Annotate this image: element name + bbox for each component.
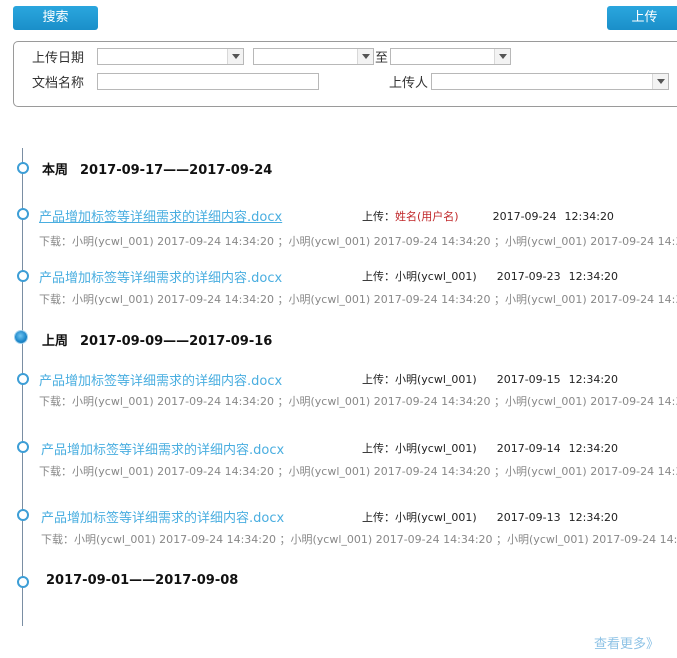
upload-time: 12:34:20 xyxy=(568,442,619,455)
week-header: 2017-09-01——2017-09-08 xyxy=(46,573,238,588)
week-label: 本周 xyxy=(42,163,69,178)
upload-date-year-select[interactable] xyxy=(97,48,244,65)
doc-link[interactable]: 产品增加标签等详细需求的详细内容.docx xyxy=(39,267,282,286)
download-records: 下载：小明(ycwl_001) 2017-09-24 14:34:20 ；小明(… xyxy=(41,533,677,546)
chevron-down-icon[interactable] xyxy=(652,74,668,89)
uploader-name: 小明(ycwl_001) xyxy=(395,511,477,524)
timeline-node xyxy=(17,509,29,521)
uploader-prefix: 上传： xyxy=(362,270,395,283)
uploader-label: 上传人 xyxy=(389,76,429,91)
upload-time: 12:34:20 xyxy=(568,270,619,283)
filter-panel: 上传日期 至 文档名称 上传人 xyxy=(13,41,677,107)
timeline-node xyxy=(17,208,29,220)
chevron-down-icon[interactable] xyxy=(494,49,510,64)
week-range: 2017-09-17——2017-09-24 xyxy=(80,163,273,178)
doc-link[interactable]: 产品增加标签等详细需求的详细内容.docx xyxy=(41,439,284,458)
upload-date: 2017-09-15 xyxy=(496,373,561,386)
doc-upload-info: 上传：小明(ycwl_001) 2017-09-14 12:34:20 xyxy=(362,440,618,456)
uploader-prefix: 上传： xyxy=(362,442,395,455)
chevron-down-icon[interactable] xyxy=(357,49,373,64)
doc-link[interactable]: 产品增加标签等详细需求的详细内容.docx xyxy=(39,206,282,225)
week-label: 上周 xyxy=(42,334,69,349)
uploader-prefix: 上传： xyxy=(362,373,395,386)
upload-date: 2017-09-24 xyxy=(492,210,557,223)
timeline-node xyxy=(17,162,29,174)
uploader-name: 小明(ycwl_001) xyxy=(395,270,477,283)
uploader-prefix: 上传： xyxy=(362,511,395,524)
doc-upload-info: 上传：小明(ycwl_001) 2017-09-23 12:34:20 xyxy=(362,268,618,284)
upload-time: 12:34:20 xyxy=(564,210,614,223)
upload-time: 12:34:20 xyxy=(568,373,619,386)
chevron-down-icon[interactable] xyxy=(227,49,243,64)
download-records: 下载：小明(ycwl_001) 2017-09-24 14:34:20 ；小明(… xyxy=(39,293,677,306)
timeline-node xyxy=(17,441,29,453)
timeline-node-active xyxy=(15,331,27,343)
uploader-name: 姓名(用户名) xyxy=(395,210,459,223)
doc-name-input[interactable] xyxy=(97,73,319,90)
doc-name-label: 文档名称 xyxy=(32,76,85,91)
doc-link[interactable]: 产品增加标签等详细需求的详细内容.docx xyxy=(41,507,284,526)
download-records: 下载：小明(ycwl_001) 2017-09-24 14:34:20 ；小明(… xyxy=(39,235,677,248)
upload-button[interactable]: 上传 xyxy=(607,6,677,30)
uploader-prefix: 上传： xyxy=(362,210,395,223)
upload-date-label: 上传日期 xyxy=(32,51,85,66)
timeline-node xyxy=(17,576,29,588)
uploader-name: 小明(ycwl_001) xyxy=(395,442,477,455)
to-label: 至 xyxy=(375,51,389,66)
upload-date: 2017-09-23 xyxy=(496,270,561,283)
uploader-name: 小明(ycwl_001) xyxy=(395,373,477,386)
download-records: 下载：小明(ycwl_001) 2017-09-24 14:34:20 ；小明(… xyxy=(39,465,677,478)
timeline-node xyxy=(17,373,29,385)
week-header: 本周 2017-09-17——2017-09-24 xyxy=(42,159,272,178)
week-range: 2017-09-01——2017-09-08 xyxy=(46,573,239,588)
upload-date-end-select[interactable] xyxy=(390,48,511,65)
timeline-node xyxy=(17,270,29,282)
upload-date: 2017-09-13 xyxy=(496,511,561,524)
upload-date: 2017-09-14 xyxy=(496,442,561,455)
week-header: 上周 2017-09-09——2017-09-16 xyxy=(42,330,272,349)
load-more-link[interactable]: 查看更多》 xyxy=(594,633,659,652)
doc-upload-info: 上传：小明(ycwl_001) 2017-09-13 12:34:20 xyxy=(362,509,618,525)
upload-time: 12:34:20 xyxy=(568,511,619,524)
search-button[interactable]: 搜索 xyxy=(13,6,98,30)
doc-upload-info: 上传：姓名(用户名) 2017-09-24 12:34:20 xyxy=(362,208,614,224)
download-records: 下载：小明(ycwl_001) 2017-09-24 14:34:20 ；小明(… xyxy=(39,395,677,408)
doc-upload-info: 上传：小明(ycwl_001) 2017-09-15 12:34:20 xyxy=(362,371,618,387)
uploader-select[interactable] xyxy=(431,73,669,90)
week-range: 2017-09-09——2017-09-16 xyxy=(80,334,273,349)
doc-link[interactable]: 产品增加标签等详细需求的详细内容.docx xyxy=(39,370,282,389)
upload-date-start-select[interactable] xyxy=(253,48,374,65)
